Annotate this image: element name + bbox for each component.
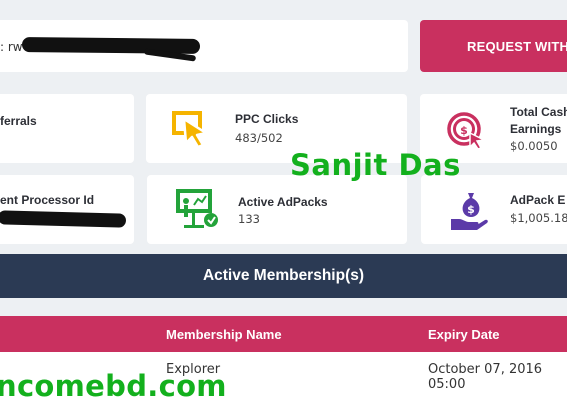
cell-expiry-date: October 07, 2016 05:00 [428,362,543,392]
stat-label: ent Processor Id [0,193,95,207]
referral-link-box[interactable]: : rw [0,20,408,72]
stat-value: $1,005.18 [510,211,567,225]
target-cash-icon: $ [447,112,487,150]
stat-label: Earnings [510,122,562,136]
stat-label: Total Cash [510,105,567,119]
stat-card-referrals: ferrals [0,94,134,163]
stat-card-active-adpacks: Active AdPacks 133 [147,175,407,244]
stat-card-adpack-earnings: $ AdPack E $1,005.18 [421,175,567,244]
svg-text:$: $ [460,124,468,137]
request-withdrawal-button[interactable]: REQUEST WITH [420,20,567,72]
stat-value: $0.0050 [510,139,558,153]
column-header-membership-name: Membership Name [166,327,282,342]
section-title-active-membership: Active Membership(s) [0,254,567,298]
stat-label: ferrals [0,114,37,128]
stat-value: 133 [238,212,260,226]
table-header: Membership Name Expiry Date [0,316,567,352]
presentation-icon [176,189,218,228]
stat-label: Active AdPacks [238,195,328,209]
watermark-name: Sanjit Das [290,148,461,182]
watermark-site: ncomebd.com [0,369,227,403]
redaction-mark [21,37,201,54]
stat-label: PPC Clicks [235,112,299,126]
cursor-click-icon [172,111,208,149]
money-bag-hand-icon: $ [451,193,488,230]
referral-link-prefix: : rw [0,40,23,54]
svg-text:$: $ [467,203,475,216]
stat-card-payment-processor: ent Processor Id [0,175,134,244]
column-header-expiry-date: Expiry Date [428,327,500,342]
stat-label: AdPack E [510,193,566,207]
stat-value: 483/502 [235,131,283,145]
